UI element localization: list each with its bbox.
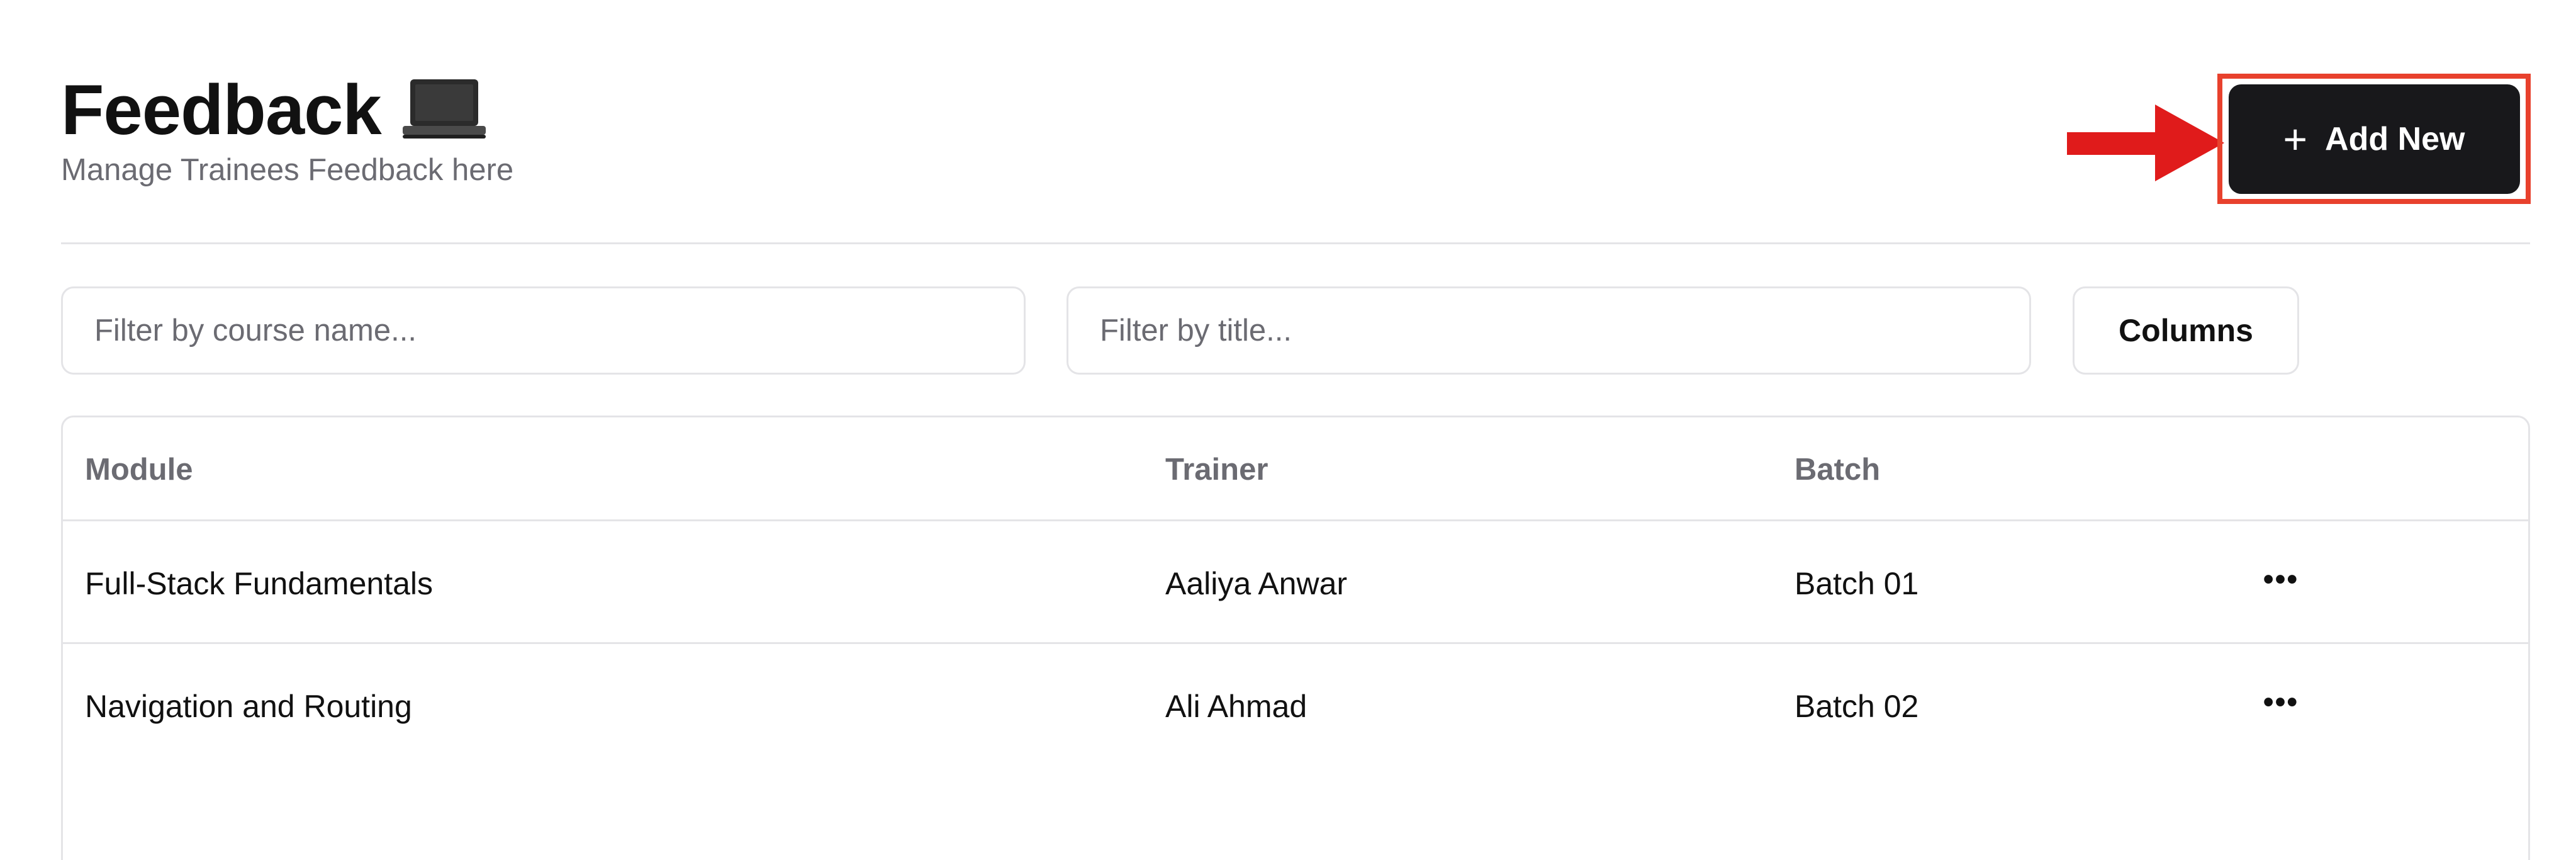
title-filter-input[interactable] <box>1067 286 2031 375</box>
header-divider <box>61 242 2530 244</box>
batch-cell: Batch 02 <box>1795 689 1919 724</box>
trainer-cell: Aaliya Anwar <box>1165 566 1348 601</box>
add-new-label: Add New <box>2325 120 2465 157</box>
page-title: Feedback <box>61 71 382 149</box>
course-name-filter-input[interactable] <box>61 286 1026 375</box>
title-row: Feedback <box>61 69 513 151</box>
table-row[interactable]: Full-Stack Fundamentals Aaliya Anwar Bat… <box>63 521 2528 644</box>
row-actions-menu-icon[interactable]: ••• <box>2253 683 2309 721</box>
table-header: Module Trainer Batch <box>63 417 2528 521</box>
column-header-module[interactable]: Module <box>85 452 193 487</box>
columns-button[interactable]: Columns <box>2073 286 2299 375</box>
feedback-page: Feedback Manage Trainees Feedback here +… <box>0 0 2576 860</box>
column-header-trainer[interactable]: Trainer <box>1165 452 1268 487</box>
column-header-batch[interactable]: Batch <box>1795 452 1880 487</box>
add-new-highlight: + Add New <box>2217 74 2531 204</box>
table-row[interactable]: Navigation and Routing Ali Ahmad Batch 0… <box>63 644 2528 767</box>
plus-icon: + <box>2283 115 2308 162</box>
page-header: Feedback Manage Trainees Feedback here <box>61 69 513 189</box>
add-new-button[interactable]: + Add New <box>2228 84 2520 194</box>
module-cell: Full-Stack Fundamentals <box>85 566 434 601</box>
annotation-arrow-icon <box>2067 105 2224 181</box>
trainer-cell: Ali Ahmad <box>1165 689 1308 724</box>
batch-cell: Batch 01 <box>1795 566 1919 601</box>
feedback-table: Module Trainer Batch Full-Stack Fundamen… <box>61 416 2530 860</box>
laptop-icon <box>402 79 486 139</box>
row-actions-menu-icon[interactable]: ••• <box>2253 560 2309 598</box>
module-cell: Navigation and Routing <box>85 689 412 724</box>
page-subtitle: Manage Trainees Feedback here <box>61 153 514 187</box>
